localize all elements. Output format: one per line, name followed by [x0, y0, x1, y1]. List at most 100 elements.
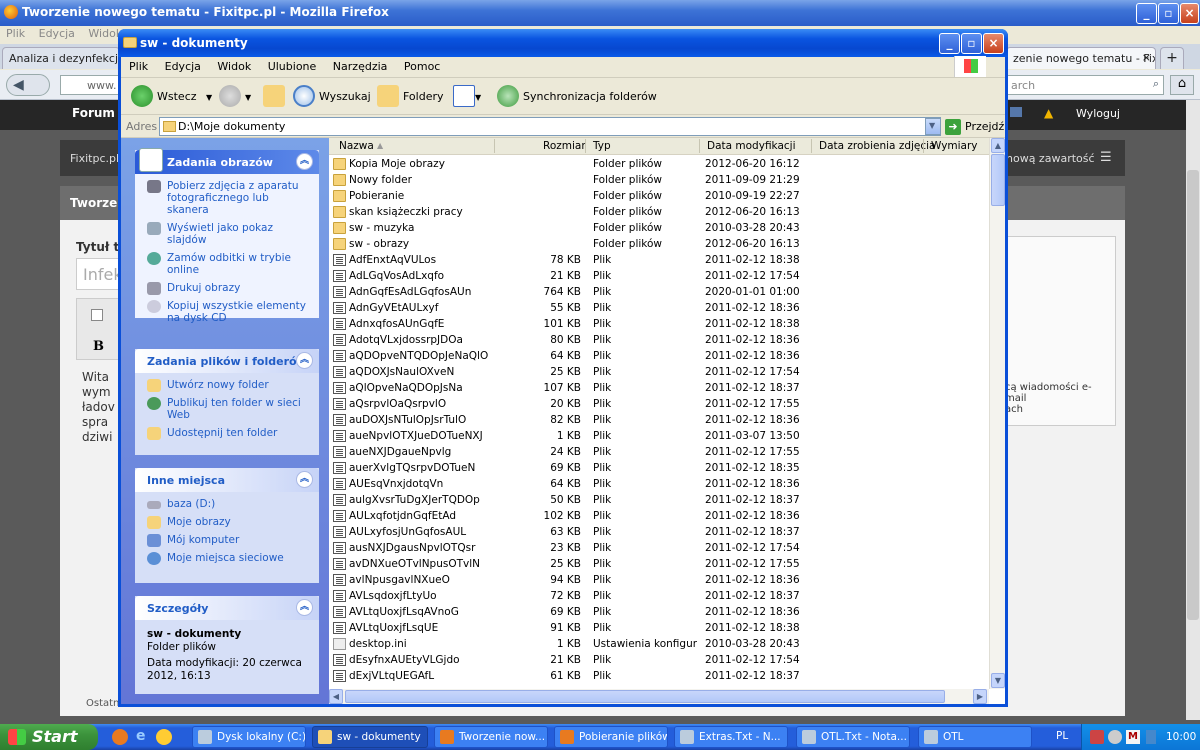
- file-row[interactable]: Kopia Moje obrazy Folder plików 2012-06-20…: [329, 156, 989, 172]
- file-row[interactable]: sw - obrazy Folder plików 2012-06-20 16:13: [329, 236, 989, 252]
- col-dimensions[interactable]: Wymiary: [931, 140, 978, 152]
- file-row[interactable]: AdnGqfEsAdLGqfosAUn 764 KB Plik 2020-01-01 …: [329, 284, 989, 300]
- picture-tasks-header[interactable]: Zadania obrazów ︽: [135, 148, 319, 174]
- scroll-right-icon[interactable]: ▶: [973, 689, 987, 704]
- bell-icon[interactable]: ▲: [1044, 106, 1053, 120]
- explorer-title-bar[interactable]: sw - dokumenty _ ▫ ×: [118, 29, 1008, 57]
- taskbar-button[interactable]: Pobieranie plików: [554, 726, 668, 748]
- file-row[interactable]: aueNpvlOTXJueDOTueNXJ 1 KB Plik 2011-03-07 …: [329, 428, 989, 444]
- mail-icon[interactable]: [1010, 107, 1022, 117]
- file-row[interactable]: AULxqfotjdnGqfEtAd 102 KB Plik 2011-02-12 1…: [329, 508, 989, 524]
- views-button[interactable]: ▼: [451, 85, 483, 109]
- chevron-down-icon[interactable]: ▼: [475, 93, 481, 102]
- file-row[interactable]: aQDOXJsNaulOXveN 25 KB Plik 2011-02-12 17:5…: [329, 364, 989, 380]
- file-row[interactable]: aQDOpveNTQDOpJeNaQlO 64 KB Plik 2011-02-12 …: [329, 348, 989, 364]
- task-slideshow[interactable]: Wyświetl jako pokaz slajdów: [147, 222, 313, 246]
- file-row[interactable]: AdfEnxtAqVULos 78 KB Plik 2011-02-12 18:38: [329, 252, 989, 268]
- file-row[interactable]: AVLsqdoxjfLtyUo 72 KB Plik 2011-02-12 18:37: [329, 588, 989, 604]
- col-type[interactable]: Typ: [593, 140, 611, 152]
- forward-button[interactable]: ▼: [217, 85, 251, 109]
- scroll-up-icon[interactable]: ▲: [991, 138, 1005, 153]
- forum-link[interactable]: Forum: [72, 106, 115, 120]
- close-button[interactable]: ×: [1180, 3, 1199, 24]
- menu-ulubione[interactable]: Ulubione: [268, 60, 317, 73]
- file-row[interactable]: Pobieranie Folder plików 2010-09-19 22:27: [329, 188, 989, 204]
- task-publish-web[interactable]: Publikuj ten folder w sieci Web: [147, 397, 313, 421]
- source-icon[interactable]: [91, 309, 103, 321]
- ex-maximize-button[interactable]: ▫: [961, 33, 982, 54]
- taskbar-button[interactable]: Tworzenie now...: [434, 726, 548, 748]
- file-row[interactable]: AVLtqUoxjfLsqUE 91 KB Plik 2011-02-12 18:38: [329, 620, 989, 636]
- menu-edycja[interactable]: Edycja: [165, 60, 201, 73]
- file-row[interactable]: aQlOpveNaQDOpJsNa 107 KB Plik 2011-02-12 18…: [329, 380, 989, 396]
- menu-widok[interactable]: Widok: [217, 60, 251, 73]
- file-row[interactable]: ausNXJDgausNpvlOTQsr 23 KB Plik 2011-02-12 …: [329, 540, 989, 556]
- ff-back-button[interactable]: ◀: [6, 74, 50, 96]
- folders-button[interactable]: Foldery: [375, 85, 444, 109]
- scroll-left-icon[interactable]: ◀: [329, 689, 343, 704]
- ex-close-button[interactable]: ×: [983, 33, 1004, 54]
- task-print-pictures[interactable]: Drukuj obrazy: [147, 282, 313, 295]
- clock[interactable]: 10:00: [1166, 731, 1196, 743]
- minimize-button[interactable]: _: [1136, 3, 1157, 24]
- file-row[interactable]: desktop.ini 1 KB Ustawienia konfigur... 201…: [329, 636, 989, 652]
- address-dropdown-button[interactable]: ▼: [925, 118, 941, 135]
- tab-close-icon[interactable]: ×: [1142, 51, 1151, 64]
- file-row[interactable]: Nowy folder Folder plików 2011-09-09 21:29: [329, 172, 989, 188]
- tray-icon-1[interactable]: [1090, 730, 1104, 744]
- tab-analiza[interactable]: Analiza i dezynfekcja: [2, 47, 120, 69]
- bold-button[interactable]: B: [93, 339, 104, 354]
- taskbar-button[interactable]: OTL: [918, 726, 1032, 748]
- scroll-thumb[interactable]: [1187, 170, 1199, 620]
- place-network[interactable]: Moje miejsca sieciowe: [147, 552, 313, 565]
- file-row[interactable]: AdnxqfosAUnGqfE 101 KB Plik 2011-02-12 18:3…: [329, 316, 989, 332]
- taskbar-button[interactable]: Dysk lokalny (C:): [192, 726, 306, 748]
- menu-plik[interactable]: Plik: [129, 60, 148, 73]
- file-row[interactable]: AUEsqVnxjdotqVn 64 KB Plik 2011-02-12 18:36: [329, 476, 989, 492]
- ex-minimize-button[interactable]: _: [939, 33, 960, 54]
- tab-tworzenie[interactable]: zenie nowego tematu - Fixi... ×: [1006, 47, 1156, 69]
- ie-quicklaunch-icon[interactable]: e: [136, 728, 146, 744]
- search-icon[interactable]: ⌕: [1153, 77, 1159, 91]
- file-row[interactable]: AdotqVLxjdossrpJDOa 80 KB Plik 2011-02-12 1…: [329, 332, 989, 348]
- file-row[interactable]: sw - muzyka Folder plików 2010-03-28 20:43: [329, 220, 989, 236]
- place-my-computer[interactable]: Mój komputer: [147, 534, 313, 547]
- chevron-down-icon[interactable]: ▼: [206, 93, 212, 102]
- col-modified[interactable]: Data modyfikacji: [707, 140, 796, 152]
- file-row[interactable]: AdnGyVEtAULxyf 55 KB Plik 2011-02-12 18:36: [329, 300, 989, 316]
- file-row[interactable]: avDNXueOTvlNpusOTvlN 25 KB Plik 2011-02-12 …: [329, 556, 989, 572]
- collapse-icon[interactable]: ︽: [296, 599, 313, 616]
- file-row[interactable]: auDOXJsNTulOpJsrTulO 82 KB Plik 2011-02-12 …: [329, 412, 989, 428]
- breadcrumb-home[interactable]: Fixitpc.pl: [70, 152, 119, 165]
- taskbar-button[interactable]: OTL.Txt - Nota...: [796, 726, 910, 748]
- ff-menu-edit[interactable]: Edycja: [39, 27, 75, 40]
- maximize-button[interactable]: ▫: [1158, 3, 1179, 24]
- col-photo-date[interactable]: Data zrobienia zdjęcia: [819, 140, 936, 152]
- file-row[interactable]: skan książeczki pracy Folder plików 2012-0…: [329, 204, 989, 220]
- menu-list-icon[interactable]: ☰: [1100, 150, 1112, 165]
- file-row[interactable]: aueNXJDgaueNpvlg 24 KB Plik 2011-02-12 17:5…: [329, 444, 989, 460]
- start-button[interactable]: Start: [0, 724, 98, 750]
- sync-button[interactable]: Synchronizacja folderów: [495, 85, 657, 109]
- back-button[interactable]: Wstecz ▼: [129, 85, 212, 109]
- url-bar[interactable]: www.: [60, 75, 120, 95]
- taskbar-button[interactable]: Extras.Txt - N...: [674, 726, 788, 748]
- firefox-quicklaunch-icon[interactable]: [112, 729, 128, 745]
- language-indicator[interactable]: PL: [1042, 724, 1080, 750]
- col-name[interactable]: Nazwa: [339, 140, 374, 152]
- vertical-scrollbar[interactable]: ▲ ▼: [989, 138, 1005, 689]
- file-row[interactable]: AdLGqVosAdLxqfo 21 KB Plik 2011-02-12 17:54: [329, 268, 989, 284]
- search-button[interactable]: Wyszukaj: [291, 85, 371, 109]
- place-drive-d[interactable]: baza (D:): [147, 498, 313, 510]
- tray-gmail-icon[interactable]: M: [1126, 730, 1140, 744]
- details-header[interactable]: Szczegóły ︽: [135, 596, 319, 620]
- ff-menu-file[interactable]: Plik: [6, 27, 25, 40]
- other-places-header[interactable]: Inne miejsca ︽: [135, 468, 319, 492]
- task-new-folder[interactable]: Utwórz nowy folder: [147, 379, 313, 392]
- taskbar-button[interactable]: sw - dokumenty: [312, 726, 428, 748]
- task-copy-to-cd[interactable]: Kopiuj wszystkie elementy na dysk CD: [147, 300, 313, 324]
- address-input[interactable]: D:\Moje dokumenty: [159, 117, 941, 136]
- col-size[interactable]: Rozmiar: [543, 140, 586, 152]
- collapse-icon[interactable]: ︽: [296, 352, 313, 369]
- file-row[interactable]: aulgXvsrTuDgXJerTQDOp 50 KB Plik 2011-02-12…: [329, 492, 989, 508]
